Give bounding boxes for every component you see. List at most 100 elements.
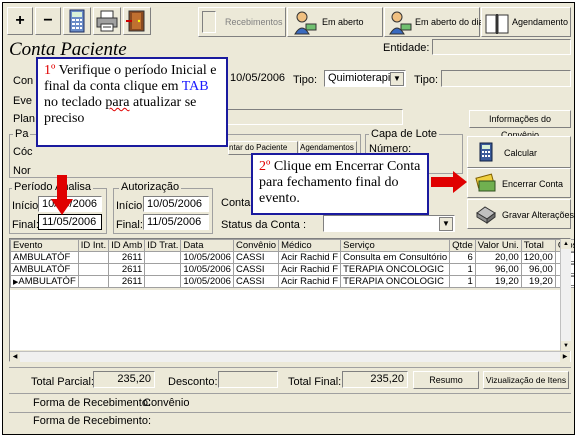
- cell-total: 19,20: [529, 276, 553, 287]
- column-header[interactable]: Serviço: [340, 239, 451, 252]
- date-field[interactable]: 10/05/2006: [227, 71, 289, 88]
- items-table: Evento ID Int. ID Amb ID Trat. Data Conv…: [10, 239, 574, 288]
- cell-medico: Acir Rachid F: [281, 264, 339, 275]
- tipo2-label: Tipo:: [414, 74, 439, 86]
- header-valor-uni: Valor Uni.: [477, 240, 519, 251]
- column-header[interactable]: Médico: [278, 239, 342, 252]
- conta-label: Con: [13, 75, 34, 87]
- header-qtde: Qtde: [452, 240, 473, 251]
- cell-id-amb: 2611: [121, 276, 143, 287]
- gravar-alteracoes-label: Gravar Alterações: [502, 210, 575, 220]
- column-header[interactable]: ID Int.: [77, 239, 110, 252]
- agendamento-button[interactable]: Agendamento: [481, 7, 571, 37]
- door-exit-icon: [126, 10, 145, 32]
- instruction-note-1: 1º Verifique o período Inicial e final d…: [36, 57, 228, 147]
- column-header[interactable]: Convênio: [232, 239, 280, 252]
- note2-text: Clique em Encerrar Conta para fechamento…: [259, 159, 421, 206]
- plano-field[interactable]: [227, 109, 403, 125]
- person-money-icon: [294, 11, 317, 35]
- column-header[interactable]: Qtde: [449, 239, 476, 252]
- calculator-icon: [479, 142, 493, 162]
- cell-servico: TERAPIA ONCOLOGIC: [343, 276, 444, 287]
- add-button[interactable]: +: [7, 7, 33, 35]
- note1-step: 1º: [44, 63, 56, 78]
- periodo-final-input[interactable]: 11/05/2006: [38, 214, 102, 230]
- header-id-trat: ID Trat.: [147, 240, 179, 251]
- vertical-scrollbar[interactable]: ▲ ▼: [560, 239, 571, 351]
- table-row[interactable]: ▶AMBULATÓF 2611 10/05/2006 CASSI Acir Ra…: [10, 275, 574, 288]
- cell-qtde: 1: [467, 276, 473, 287]
- autorizacao-inicio-label: Início:: [116, 200, 146, 212]
- column-header[interactable]: Total: [520, 239, 556, 252]
- scroll-right-arrow-icon[interactable]: ▶: [560, 352, 570, 362]
- note1-tab: TAB: [181, 79, 209, 94]
- info-convenio-button[interactable]: Informações do Convênio: [469, 110, 571, 140]
- recebimentos-label: Recebimentos: [225, 17, 283, 27]
- arrow-down-icon: [51, 175, 73, 215]
- tipo-select[interactable]: Quimioterapia ▼: [324, 70, 406, 87]
- note1-text-b: no teclado: [44, 95, 106, 110]
- status-conta-select[interactable]: ▼: [323, 215, 455, 232]
- nome-label: Nor: [13, 165, 31, 177]
- paciente-group-title: Pa: [13, 128, 31, 140]
- header-servico: Serviço: [343, 240, 375, 251]
- horizontal-scrollbar[interactable]: ◀ ▶: [10, 351, 570, 362]
- tipo-label: Tipo:: [293, 74, 318, 86]
- capa-lote-title: Capa de Lote: [369, 128, 440, 140]
- cell-id-amb: 2611: [121, 264, 143, 275]
- scroll-down-arrow-icon[interactable]: ▼: [561, 341, 571, 351]
- periodo-inicio-label: Início:: [12, 200, 42, 212]
- column-header[interactable]: ID Amb: [108, 239, 146, 252]
- print-button[interactable]: [93, 7, 121, 35]
- cell-valor-uni: 96,00: [494, 264, 519, 275]
- entidade-field[interactable]: [432, 39, 571, 55]
- cell-data: 10/05/2006: [183, 276, 231, 287]
- table-row[interactable]: AMBULATÓF 2611 10/05/2006 CASSI Acir Rac…: [10, 251, 574, 264]
- visualizacao-itens-button[interactable]: Vizualização de Itens: [483, 371, 569, 389]
- resumo-button[interactable]: Resumo: [413, 371, 479, 389]
- em-aberto-dia-label: Em aberto do dia: [415, 17, 484, 27]
- header-total: Total: [523, 240, 544, 251]
- header-convenio: Convênio: [235, 240, 277, 251]
- tipo-select-value: Quimioterapia: [328, 72, 397, 84]
- cell-valor-uni: 19,20: [494, 276, 519, 287]
- cell-qtde: 6: [467, 252, 473, 263]
- column-header[interactable]: Evento: [10, 239, 79, 252]
- table-row[interactable]: AMBULATÓF 2611 10/05/2006 CASSI Acir Rac…: [10, 263, 574, 276]
- conta-paciente-window: + − Recebimentos Em aberto Em aberto do …: [2, 2, 575, 435]
- printer-icon: [96, 10, 118, 32]
- encerrar-conta-button[interactable]: Encerrar Conta: [467, 168, 571, 198]
- tipo2-field[interactable]: [441, 70, 571, 87]
- conta-label-2: Conta: [221, 197, 251, 209]
- column-header[interactable]: ID Trat.: [144, 239, 182, 252]
- scroll-left-arrow-icon[interactable]: ◀: [10, 352, 20, 362]
- header-id-int: ID Int.: [80, 240, 107, 251]
- column-header[interactable]: Data: [180, 239, 234, 252]
- autorizacao-final-input[interactable]: 11/05/2006: [143, 214, 209, 230]
- desconto-field[interactable]: [218, 371, 278, 388]
- minus-label: −: [43, 12, 53, 29]
- cell-convenio: CASSI: [235, 264, 265, 275]
- exit-button[interactable]: [123, 7, 151, 35]
- calcular-button[interactable]: Calcular: [467, 136, 571, 168]
- calculator-button[interactable]: [63, 7, 91, 35]
- instruction-note-2: 2º Clique em Encerrar Conta para fechame…: [251, 153, 429, 215]
- cell-id-amb: 2611: [121, 252, 143, 263]
- forma-recebimento-label-2: Forma de Recebimento:: [33, 415, 151, 427]
- book-icon: [485, 14, 509, 34]
- remove-button[interactable]: −: [35, 7, 61, 35]
- scroll-up-arrow-icon[interactable]: ▲: [561, 239, 571, 249]
- autorizacao-inicio-input[interactable]: 10/05/2006: [143, 196, 209, 212]
- header-data: Data: [183, 240, 204, 251]
- cell-total: 96,00: [529, 264, 553, 275]
- cell-valor-uni: 20,00: [494, 252, 519, 263]
- recebimentos-button[interactable]: Recebimentos: [198, 7, 286, 37]
- em-aberto-button[interactable]: Em aberto: [287, 7, 383, 37]
- total-final-field: 235,20: [342, 371, 408, 388]
- cell-qtde: 1: [467, 264, 473, 275]
- em-aberto-dia-button[interactable]: Em aberto do dia: [384, 7, 484, 37]
- cell-medico: Acir Rachid F: [281, 276, 339, 287]
- tab-agendamentos-label: Agendamentos: [300, 143, 354, 152]
- column-header[interactable]: Valor Uni.: [474, 239, 522, 252]
- gravar-alteracoes-button[interactable]: Gravar Alterações: [467, 199, 575, 229]
